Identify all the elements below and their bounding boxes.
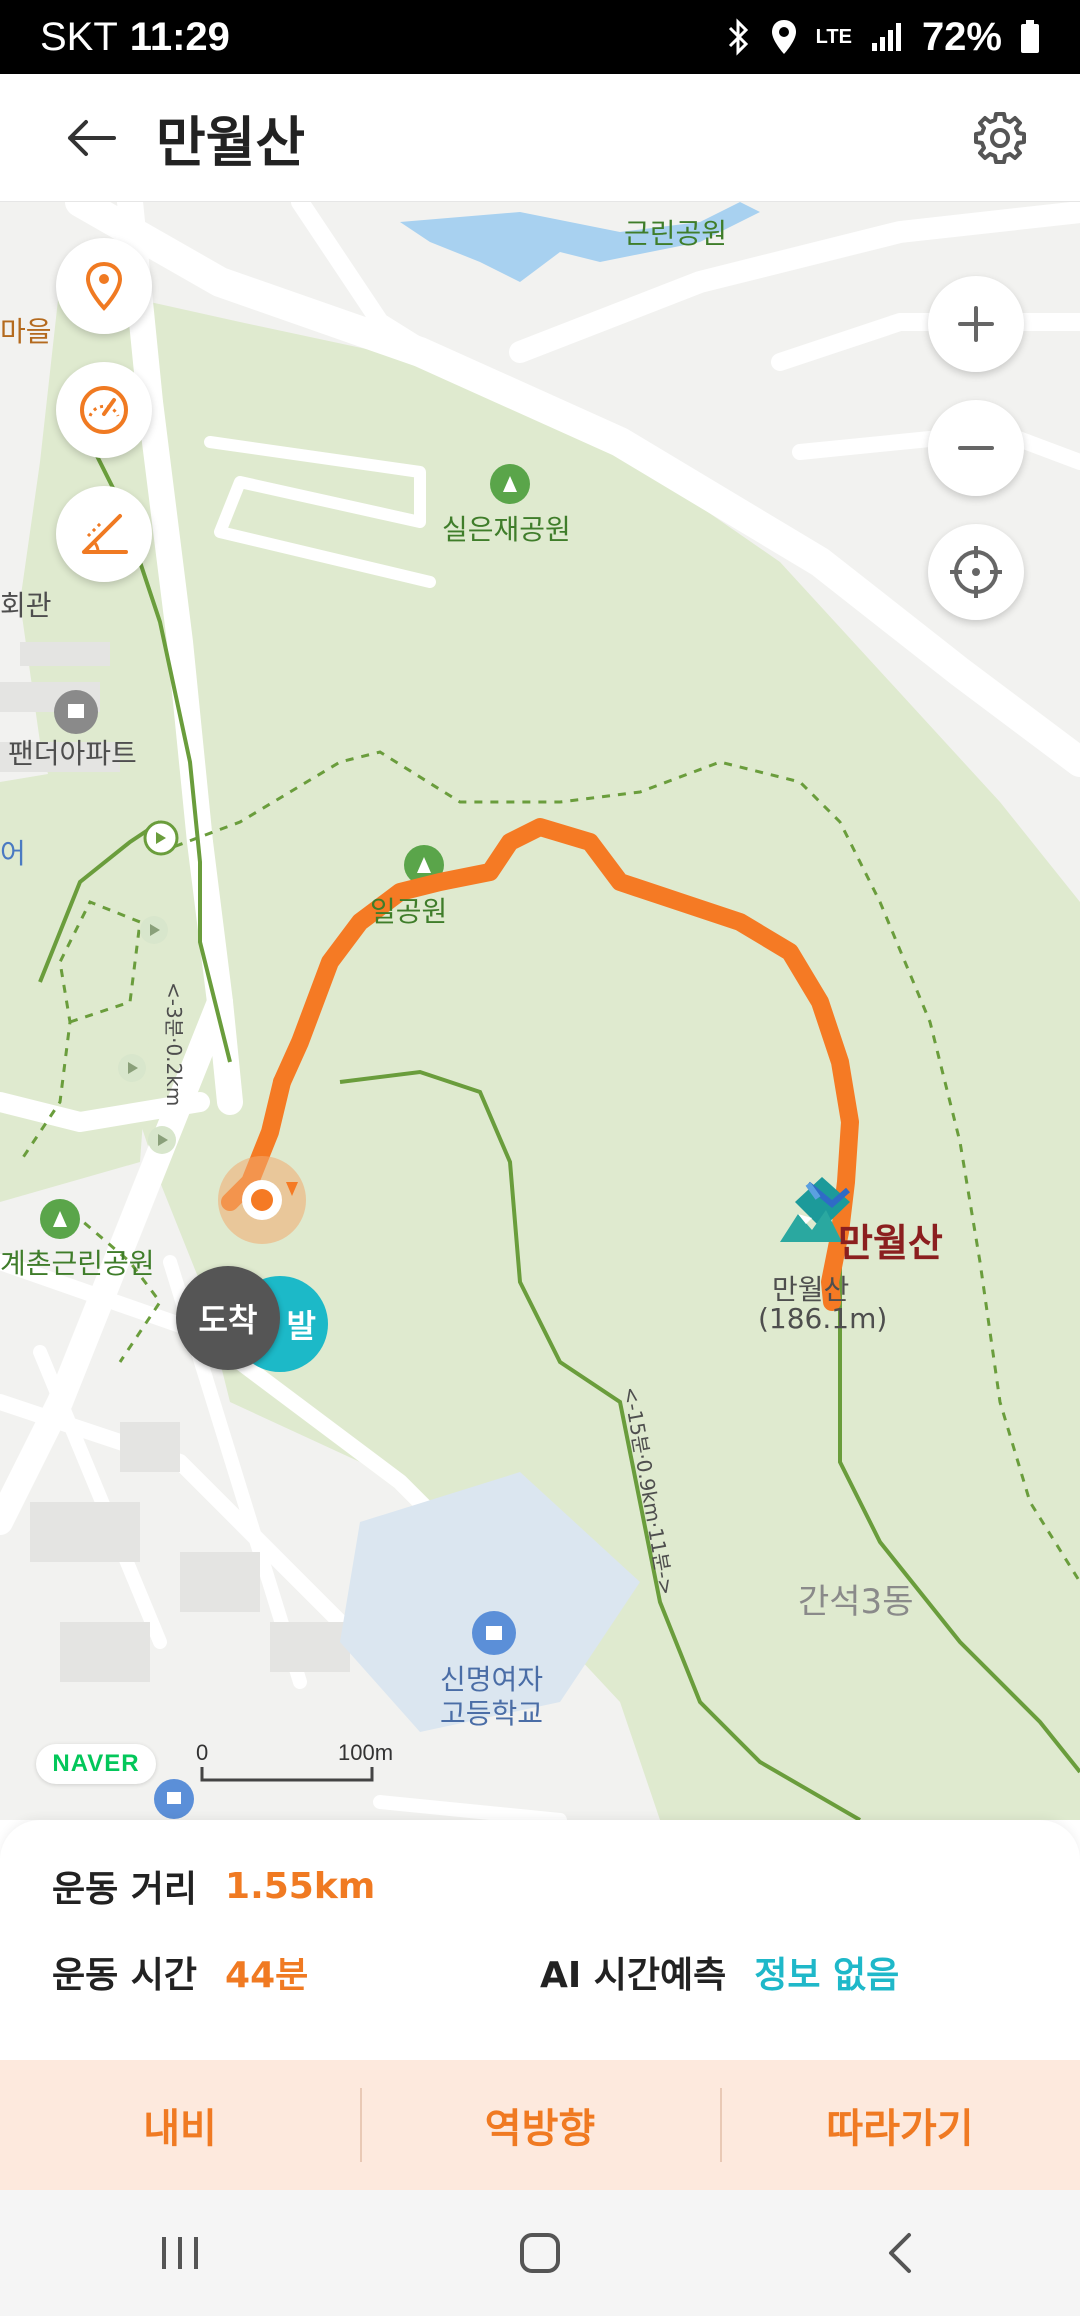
altitude-button[interactable] bbox=[56, 486, 152, 582]
distance-value: 1.55km bbox=[225, 1865, 376, 1907]
status-bar: SKT 11:29 LTE 72% bbox=[0, 0, 1080, 74]
naver-logo: NAVER bbox=[36, 1744, 156, 1784]
system-back-button[interactable] bbox=[830, 2203, 970, 2303]
network-type: LTE bbox=[815, 26, 852, 48]
gear-icon bbox=[974, 111, 1026, 164]
tree-icon bbox=[40, 1199, 80, 1239]
lte-icon: LTE bbox=[816, 27, 852, 47]
ai-prediction-value: 정보 없음 bbox=[754, 1955, 900, 1996]
building bbox=[180, 1552, 260, 1612]
arrival-marker[interactable]: 도착 bbox=[176, 1266, 280, 1370]
system-nav-bar bbox=[0, 2190, 1080, 2316]
home-button[interactable] bbox=[470, 2203, 610, 2303]
pin-icon bbox=[85, 261, 123, 311]
park-area-west bbox=[0, 762, 150, 1202]
location-icon bbox=[770, 18, 798, 56]
settings-button[interactable] bbox=[960, 98, 1040, 178]
recent-apps-icon bbox=[162, 2237, 198, 2269]
zoom-out-button[interactable] bbox=[928, 400, 1024, 496]
poi-icon bbox=[154, 1779, 194, 1819]
time-value: 44분 bbox=[225, 1955, 309, 1996]
follow-button[interactable]: 따라가기 bbox=[720, 2060, 1080, 2190]
app-header: 만월산 bbox=[0, 74, 1080, 202]
battery-icon bbox=[1020, 20, 1040, 54]
ai-prediction-row: AI 시간예측 정보 없음 bbox=[540, 1946, 899, 1998]
slope-icon bbox=[82, 514, 128, 554]
distance-label: 운동 거리 bbox=[52, 1869, 198, 1910]
minus-icon bbox=[958, 446, 994, 450]
speedometer-button[interactable] bbox=[56, 362, 152, 458]
zoom-in-button[interactable] bbox=[928, 276, 1024, 372]
bluetooth-icon bbox=[726, 18, 752, 56]
location-pin-button[interactable] bbox=[56, 238, 152, 334]
reverse-button[interactable]: 역방향 bbox=[360, 2060, 720, 2190]
page-title: 만월산 bbox=[156, 111, 306, 174]
map-label: 일공원 bbox=[370, 895, 448, 928]
trail-distance-label: <-3분·0.2km bbox=[162, 982, 186, 1107]
exercise-info-panel: 운동 거리 1.55km 운동 시간 44분 AI 시간예측 정보 없음 bbox=[0, 1820, 1080, 2060]
trail-arrow-icon bbox=[118, 1054, 146, 1082]
building bbox=[60, 1622, 150, 1682]
building bbox=[30, 1502, 140, 1562]
battery-percent: 72% bbox=[921, 14, 1002, 59]
clock: 11:29 bbox=[129, 14, 230, 59]
signal-icon bbox=[870, 21, 904, 53]
trail-arrow-icon bbox=[148, 1126, 176, 1154]
trail-arrow-icon bbox=[143, 820, 179, 856]
arrow-left-icon bbox=[68, 119, 116, 156]
map-label: 팬더아파트 bbox=[8, 737, 137, 770]
status-icons: LTE 72% bbox=[726, 15, 1040, 60]
apartment-icon bbox=[54, 690, 98, 734]
scale-bar bbox=[200, 1767, 374, 1782]
scale-zero-label: 0 bbox=[196, 1740, 209, 1765]
summit-label: 만월산 bbox=[838, 1221, 943, 1265]
scale-distance-label: 100m bbox=[338, 1740, 394, 1765]
map-label: 회관 bbox=[0, 589, 52, 622]
tree-icon bbox=[490, 464, 530, 504]
recent-apps-button[interactable] bbox=[110, 2203, 250, 2303]
action-bar: 내비 역방향 따라가기 bbox=[0, 2060, 1080, 2190]
map-label: 계촌근린공원 bbox=[0, 1247, 155, 1280]
building bbox=[20, 642, 110, 666]
map-label: 마을 bbox=[0, 315, 52, 348]
carrier-label: SKT bbox=[40, 14, 118, 59]
building bbox=[270, 1622, 350, 1672]
map-label: 어 bbox=[0, 837, 26, 870]
school-label: 고등학교 bbox=[440, 1697, 544, 1730]
map-label: 근린공원 bbox=[624, 217, 728, 250]
home-icon bbox=[520, 2233, 560, 2273]
speedometer-icon bbox=[80, 386, 128, 434]
plus-icon bbox=[958, 306, 994, 342]
my-location-button[interactable] bbox=[928, 524, 1024, 620]
summit-height: (186.1m) bbox=[758, 1302, 888, 1335]
navi-button[interactable]: 내비 bbox=[0, 2060, 360, 2190]
crosshair-icon bbox=[950, 546, 1002, 598]
chevron-left-icon bbox=[889, 2233, 911, 2273]
distance-row: 운동 거리 1.55km bbox=[52, 1860, 375, 1912]
map-view[interactable]: 근린공원 마을 실은재공원 회관 팬더아파트 어 일공원 계촌근린공원 <-3분… bbox=[0, 202, 1080, 1820]
school-icon bbox=[472, 1611, 516, 1655]
building bbox=[120, 1422, 180, 1472]
district-label: 간석3동 bbox=[798, 1582, 914, 1622]
map-label: 실은재공원 bbox=[442, 513, 571, 546]
time-row: 운동 시간 44분 bbox=[52, 1946, 308, 1998]
trail-arrow-icon bbox=[140, 916, 168, 944]
back-button[interactable] bbox=[40, 88, 140, 188]
ai-prediction-label: AI 시간예측 bbox=[540, 1955, 727, 1996]
time-label: 운동 시간 bbox=[52, 1955, 198, 1996]
